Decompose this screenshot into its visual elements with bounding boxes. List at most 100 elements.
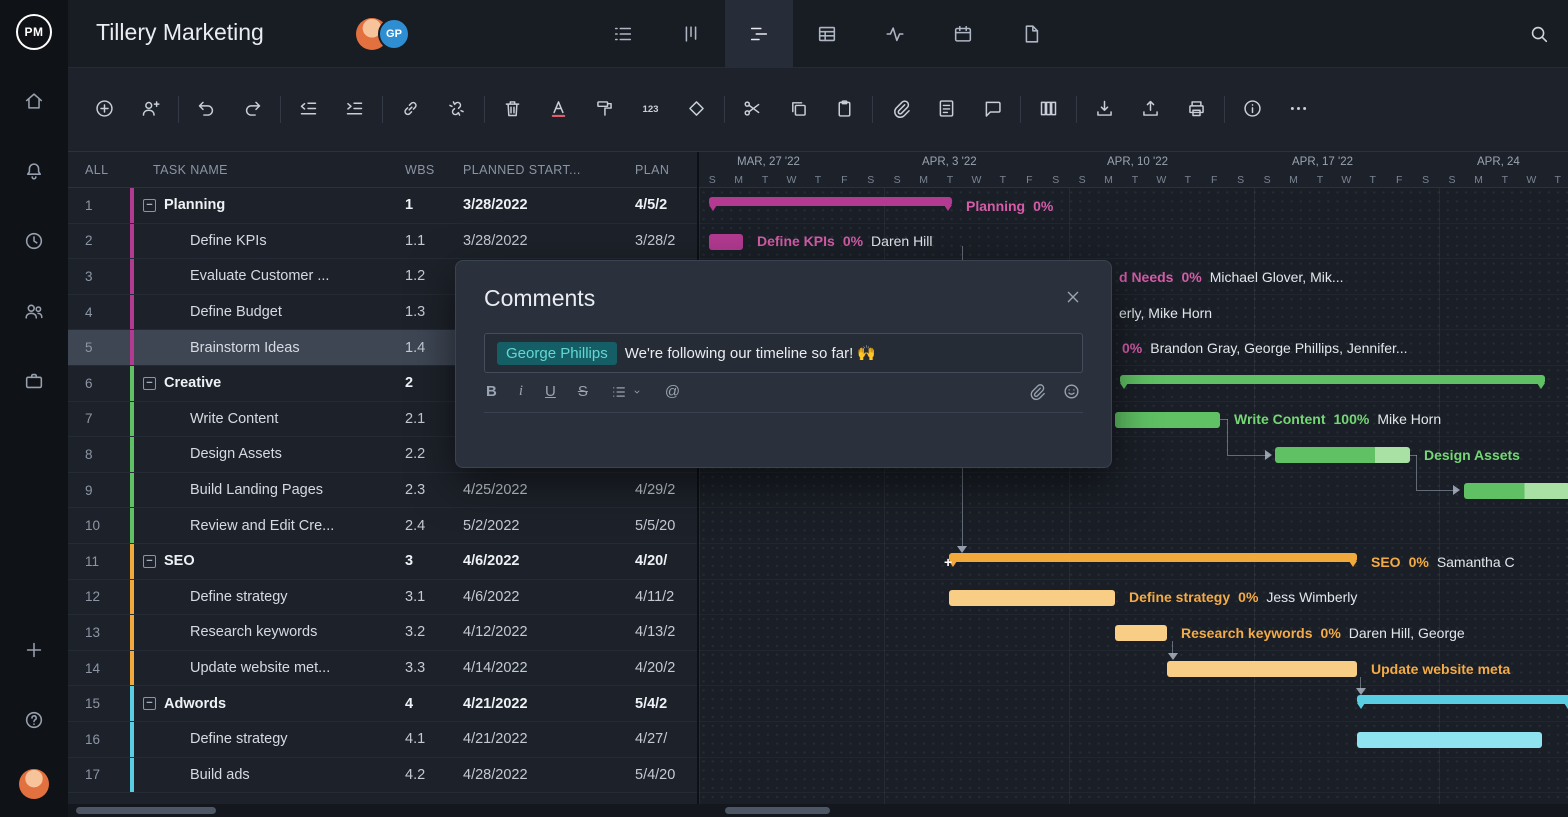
task-name-cell[interactable]: −SEO	[134, 553, 405, 569]
gantt-summary-bar[interactable]	[949, 553, 1357, 562]
tab-gantt[interactable]	[725, 0, 793, 68]
format-strikethrough-button[interactable]: S	[578, 383, 588, 400]
redo-button[interactable]	[242, 98, 263, 122]
task-name-cell[interactable]: Build ads	[134, 767, 405, 783]
gantt-summary-bar[interactable]	[1357, 695, 1568, 704]
col-header-wbs[interactable]: WBS	[405, 163, 463, 177]
col-header-planned-start[interactable]: PLANNED START...	[463, 163, 635, 177]
task-name-cell[interactable]: Define strategy	[134, 731, 405, 747]
sidebar-item-home home-icon[interactable]	[0, 66, 68, 136]
sidebar-item-notifications bell-icon[interactable]	[0, 136, 68, 206]
task-name-cell[interactable]: Define KPIs	[134, 233, 405, 249]
delete-button[interactable]	[502, 98, 523, 122]
gantt-task-bar[interactable]	[1167, 661, 1357, 677]
tab-list[interactable]	[589, 0, 657, 68]
close-icon[interactable]	[1063, 287, 1083, 310]
table-row[interactable]: 11−SEO34/6/20224/20/	[68, 544, 697, 580]
task-name-cell[interactable]: Define Budget	[134, 304, 405, 320]
import-button[interactable]	[1094, 98, 1115, 122]
table-row[interactable]: 16Define strategy4.14/21/20224/27/	[68, 722, 697, 758]
task-name-cell[interactable]: Review and Edit Cre...	[134, 518, 405, 534]
mention-chip[interactable]: George Phillips	[497, 342, 617, 365]
paste-button[interactable]	[834, 98, 855, 122]
info-button[interactable]	[1242, 98, 1263, 122]
sidebar-item-add[interactable]	[0, 615, 68, 685]
comment-input[interactable]: George Phillips We're following our time…	[484, 333, 1083, 373]
task-name-cell[interactable]: Evaluate Customer ...	[134, 268, 405, 284]
tab-calendar[interactable]	[929, 0, 997, 68]
comment-button[interactable]	[982, 98, 1003, 122]
task-name-cell[interactable]: Update website met...	[134, 660, 405, 676]
task-name-cell[interactable]: Write Content	[134, 411, 405, 427]
collapse-icon[interactable]: −	[143, 199, 156, 212]
add-task-button[interactable]	[94, 98, 115, 122]
format-bold-button[interactable]: B	[486, 383, 497, 400]
gantt-task-bar[interactable]	[1357, 732, 1542, 748]
gantt-task-bar[interactable]	[1115, 412, 1220, 428]
notes-button[interactable]	[936, 98, 957, 122]
sidebar-item-portfolio briefcase-icon[interactable]	[0, 346, 68, 416]
table-row[interactable]: 10Review and Edit Cre...2.45/2/20225/5/2…	[68, 508, 697, 544]
emoji-icon[interactable]	[1062, 382, 1081, 401]
bar-drag-handle[interactable]: +	[944, 556, 952, 568]
app-logo[interactable]: PM	[16, 14, 52, 50]
member-avatar-gp[interactable]: GP	[378, 18, 410, 50]
gantt-task-bar[interactable]	[949, 590, 1115, 606]
sidebar-item-help[interactable]	[0, 685, 68, 755]
export-button[interactable]	[1140, 98, 1161, 122]
sidebar-item-team people-icon[interactable]	[0, 276, 68, 346]
format-list-button[interactable]	[610, 383, 643, 401]
task-name-cell[interactable]: Research keywords	[134, 624, 405, 640]
gantt-task-bar[interactable]	[709, 234, 743, 250]
more-button[interactable]	[1288, 98, 1309, 122]
gantt-task-bar[interactable]	[1275, 447, 1410, 463]
collapse-icon[interactable]: −	[143, 377, 156, 390]
fill-color-button[interactable]	[594, 98, 615, 122]
numbers-button[interactable]: 123	[640, 98, 661, 122]
sidebar-item-recent clock-icon[interactable]	[0, 206, 68, 276]
table-row[interactable]: 17Build ads4.24/28/20225/4/20	[68, 758, 697, 794]
table-hscrollbar-thumb[interactable]	[76, 807, 216, 814]
attachment-button[interactable]	[890, 98, 911, 122]
col-header-planned-end[interactable]: PLAN	[635, 163, 697, 177]
tab-sheet[interactable]	[793, 0, 861, 68]
columns-button[interactable]	[1038, 98, 1059, 122]
outdent-button[interactable]	[298, 98, 319, 122]
cut-button[interactable]	[742, 98, 763, 122]
print-button[interactable]	[1186, 98, 1207, 122]
col-header-all[interactable]: ALL	[68, 163, 130, 177]
tab-board[interactable]	[657, 0, 725, 68]
table-row[interactable]: 1−Planning13/28/20224/5/2	[68, 188, 697, 224]
tab-activity[interactable]	[861, 0, 929, 68]
indent-button[interactable]	[344, 98, 365, 122]
table-row[interactable]: 15−Adwords44/21/20225/4/2	[68, 686, 697, 722]
assign-user-button[interactable]	[140, 98, 161, 122]
table-row[interactable]: 9Build Landing Pages2.34/25/20224/29/2	[68, 473, 697, 509]
gantt-task-bar[interactable]	[1115, 625, 1167, 641]
gantt-summary-bar[interactable]	[709, 197, 952, 206]
format-underline-button[interactable]: U	[545, 383, 556, 400]
col-header-task-name[interactable]: TASK NAME	[130, 163, 405, 177]
format-italic-button[interactable]: i	[519, 383, 523, 400]
task-name-cell[interactable]: −Planning	[134, 197, 405, 213]
user-avatar[interactable]	[19, 769, 49, 799]
task-name-cell[interactable]: Define strategy	[134, 589, 405, 605]
copy-button[interactable]	[788, 98, 809, 122]
milestone-button[interactable]	[686, 98, 707, 122]
gantt-summary-bar[interactable]	[1120, 375, 1545, 384]
gantt-task-bar[interactable]	[1464, 483, 1568, 499]
table-row[interactable]: 14Update website met...3.34/14/20224/20/…	[68, 651, 697, 687]
task-name-cell[interactable]: Brainstorm Ideas	[134, 340, 405, 356]
task-name-cell[interactable]: Design Assets	[134, 446, 405, 462]
collapse-icon[interactable]: −	[143, 555, 156, 568]
link-tasks-button[interactable]	[400, 98, 421, 122]
table-row[interactable]: 2Define KPIs1.13/28/20223/28/2	[68, 224, 697, 260]
unlink-tasks-button[interactable]	[446, 98, 467, 122]
attach-icon[interactable]	[1027, 382, 1046, 401]
search-button[interactable]	[1526, 22, 1552, 48]
task-name-cell[interactable]: Build Landing Pages	[134, 482, 405, 498]
collapse-icon[interactable]: −	[143, 697, 156, 710]
tab-doc[interactable]	[997, 0, 1065, 68]
table-row[interactable]: 12Define strategy3.14/6/20224/11/2	[68, 580, 697, 616]
undo-button[interactable]	[196, 98, 217, 122]
